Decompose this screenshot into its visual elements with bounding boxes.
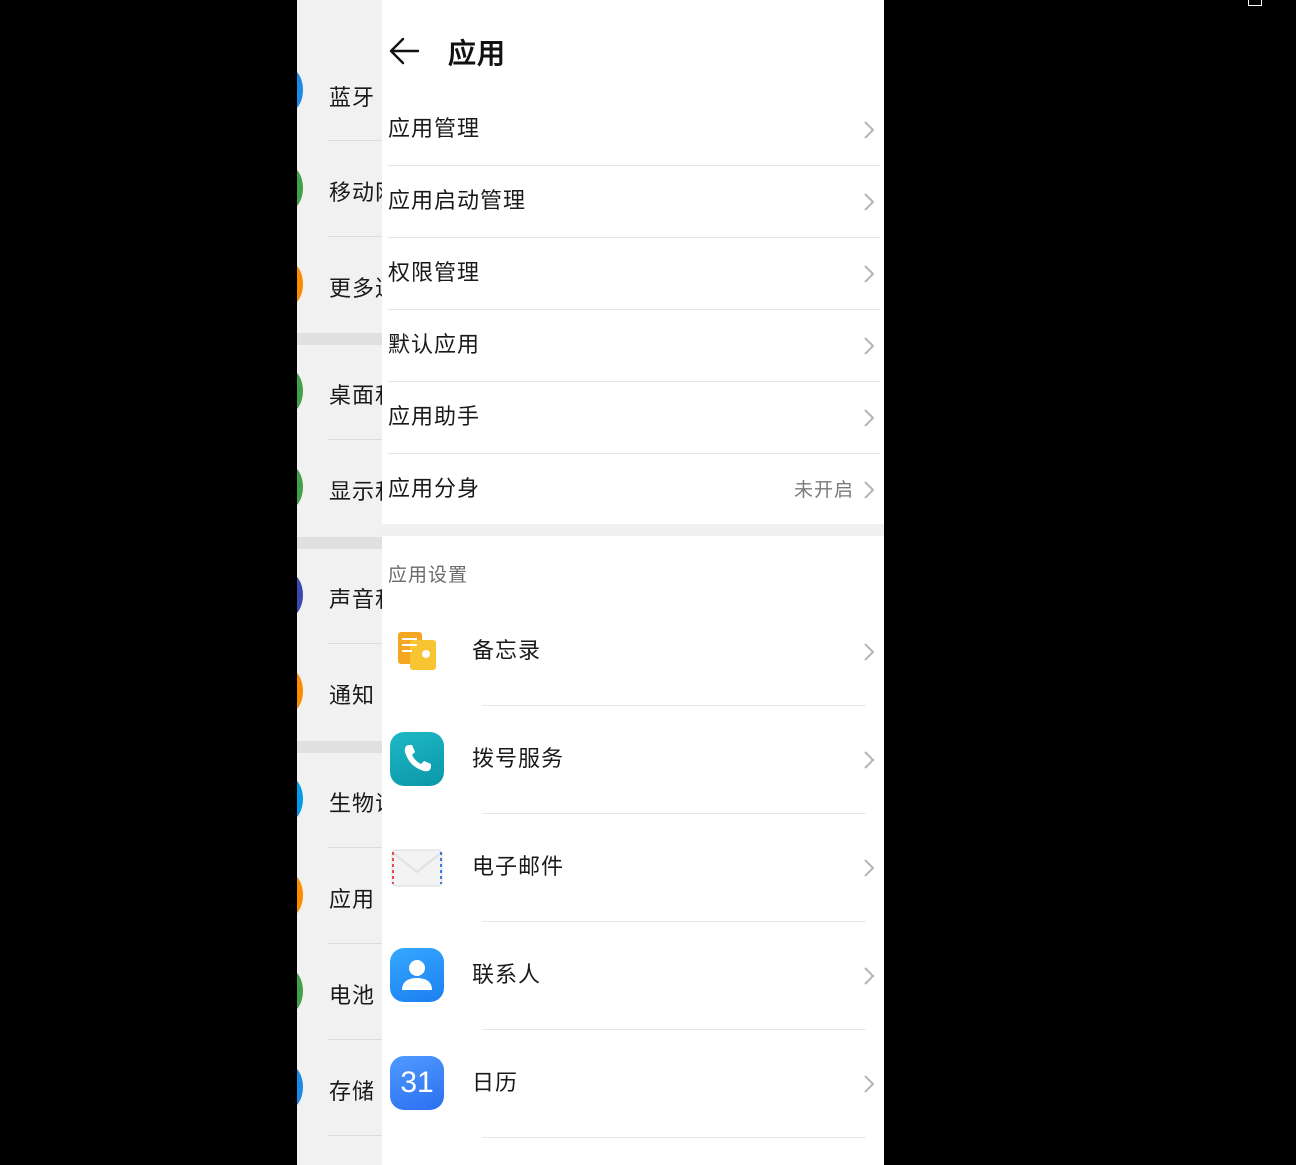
- contacts-icon: [390, 948, 444, 1002]
- bg-item-label: 通知: [329, 684, 376, 709]
- bg-item-label: 显示和亮度: [329, 480, 387, 505]
- more-connections-icon: [297, 262, 303, 306]
- chevron-right-icon: [864, 265, 875, 283]
- bg-item-label: 电池: [329, 984, 376, 1009]
- sound-icon: [297, 573, 303, 617]
- bg-item-label: 桌面和壁纸: [329, 384, 387, 409]
- chevron-right-icon: [864, 967, 875, 985]
- menu-item-app-launch[interactable]: 应用启动管理: [382, 166, 884, 238]
- bg-item-battery[interactable]: 电池: [297, 945, 387, 1041]
- chevron-right-icon: [864, 337, 875, 355]
- bg-item-label: 生物识别和密码: [329, 792, 387, 817]
- notifications-icon: [297, 669, 303, 713]
- app-item-email[interactable]: 电子邮件: [382, 814, 884, 922]
- menu-item-default-apps[interactable]: 默认应用: [382, 310, 884, 382]
- section-divider: [382, 524, 884, 536]
- mail-icon: [390, 840, 444, 894]
- chevron-right-icon: [864, 409, 875, 427]
- bg-item-storage[interactable]: 存储: [297, 1041, 387, 1137]
- menu-item-label: 应用分身: [388, 477, 481, 502]
- bg-item-more-connections[interactable]: 更多连接: [297, 238, 387, 334]
- calendar-icon: 31: [390, 1056, 444, 1110]
- menu-item-label: 权限管理: [388, 261, 481, 286]
- app-name: 联系人: [472, 963, 542, 988]
- display-icon: [297, 465, 303, 509]
- battery-icon: [297, 969, 303, 1013]
- bg-item-label: 蓝牙: [329, 86, 376, 111]
- bg-item-notifications[interactable]: 通知: [297, 645, 387, 741]
- window-corner-marker: [1248, 0, 1262, 6]
- app-item-contacts[interactable]: 联系人: [382, 922, 884, 1030]
- menu-item-label: 应用启动管理: [388, 189, 527, 214]
- menu-item-app-management[interactable]: 应用管理: [382, 94, 884, 166]
- page-header: 应用: [382, 0, 884, 100]
- menu-item-app-twin[interactable]: 应用分身 未开启: [382, 454, 884, 526]
- bg-item-display[interactable]: 显示和亮度: [297, 441, 387, 537]
- chevron-right-icon: [864, 121, 875, 139]
- background-settings-screen: 置 蓝牙 移动网络 更多连接 桌面和壁纸 显示和亮度 声音和振动 通知 生物: [297, 0, 387, 1165]
- chevron-right-icon: [864, 193, 875, 211]
- page-title: 应用: [448, 37, 507, 70]
- calendar-icon-number: 31: [400, 1066, 434, 1099]
- bg-item-biometrics[interactable]: 生物识别和密码: [297, 753, 387, 849]
- bg-item-label: 更多连接: [329, 277, 387, 302]
- menu-item-label: 应用助手: [388, 405, 481, 430]
- menu-item-label: 默认应用: [388, 333, 481, 358]
- app-name: 拨号服务: [472, 747, 565, 772]
- bg-item-apps[interactable]: 应用: [297, 849, 387, 945]
- bg-item-label: 声音和振动: [329, 588, 387, 613]
- apps-settings-panel: 应用 应用管理 应用启动管理 权限管理 默认应用 应用助手 应用分身 未开启 应…: [382, 0, 884, 1165]
- chevron-right-icon: [864, 481, 875, 499]
- chevron-right-icon: [864, 751, 875, 769]
- menu-item-permissions[interactable]: 权限管理: [382, 238, 884, 310]
- biometrics-icon: [297, 777, 303, 821]
- status-value: 未开启: [793, 479, 854, 501]
- bluetooth-icon: [297, 68, 303, 112]
- app-item-dialer[interactable]: 拨号服务: [382, 706, 884, 814]
- section-title: 应用设置: [388, 564, 469, 586]
- bg-item-label: 存储: [329, 1080, 376, 1105]
- bg-item-label: 应用: [329, 888, 376, 913]
- bg-item-desktop[interactable]: 桌面和壁纸: [297, 345, 387, 441]
- app-name: 电子邮件: [472, 855, 565, 880]
- memo-icon: [390, 624, 444, 678]
- chevron-right-icon: [864, 643, 875, 661]
- app-item-calendar[interactable]: 31 日历: [382, 1030, 884, 1138]
- apps-icon: [297, 873, 303, 917]
- mobile-network-icon: [297, 166, 303, 210]
- chevron-right-icon: [864, 1075, 875, 1093]
- app-name: 日历: [472, 1071, 519, 1096]
- storage-icon: [297, 1065, 303, 1109]
- chevron-right-icon: [864, 859, 875, 877]
- bg-item-sound[interactable]: 声音和振动: [297, 549, 387, 645]
- app-item-memo[interactable]: 备忘录: [382, 598, 884, 706]
- app-name: 备忘录: [472, 639, 542, 664]
- menu-item-label: 应用管理: [388, 117, 481, 142]
- bg-item-label: 移动网络: [329, 181, 387, 206]
- phone-icon: [390, 732, 444, 786]
- bg-item-mobile-network[interactable]: 移动网络: [297, 142, 387, 238]
- bg-item-bluetooth[interactable]: 蓝牙: [297, 46, 387, 142]
- menu-item-app-assistant[interactable]: 应用助手: [382, 382, 884, 454]
- desktop-icon: [297, 369, 303, 413]
- arrow-left-icon[interactable]: [388, 34, 422, 68]
